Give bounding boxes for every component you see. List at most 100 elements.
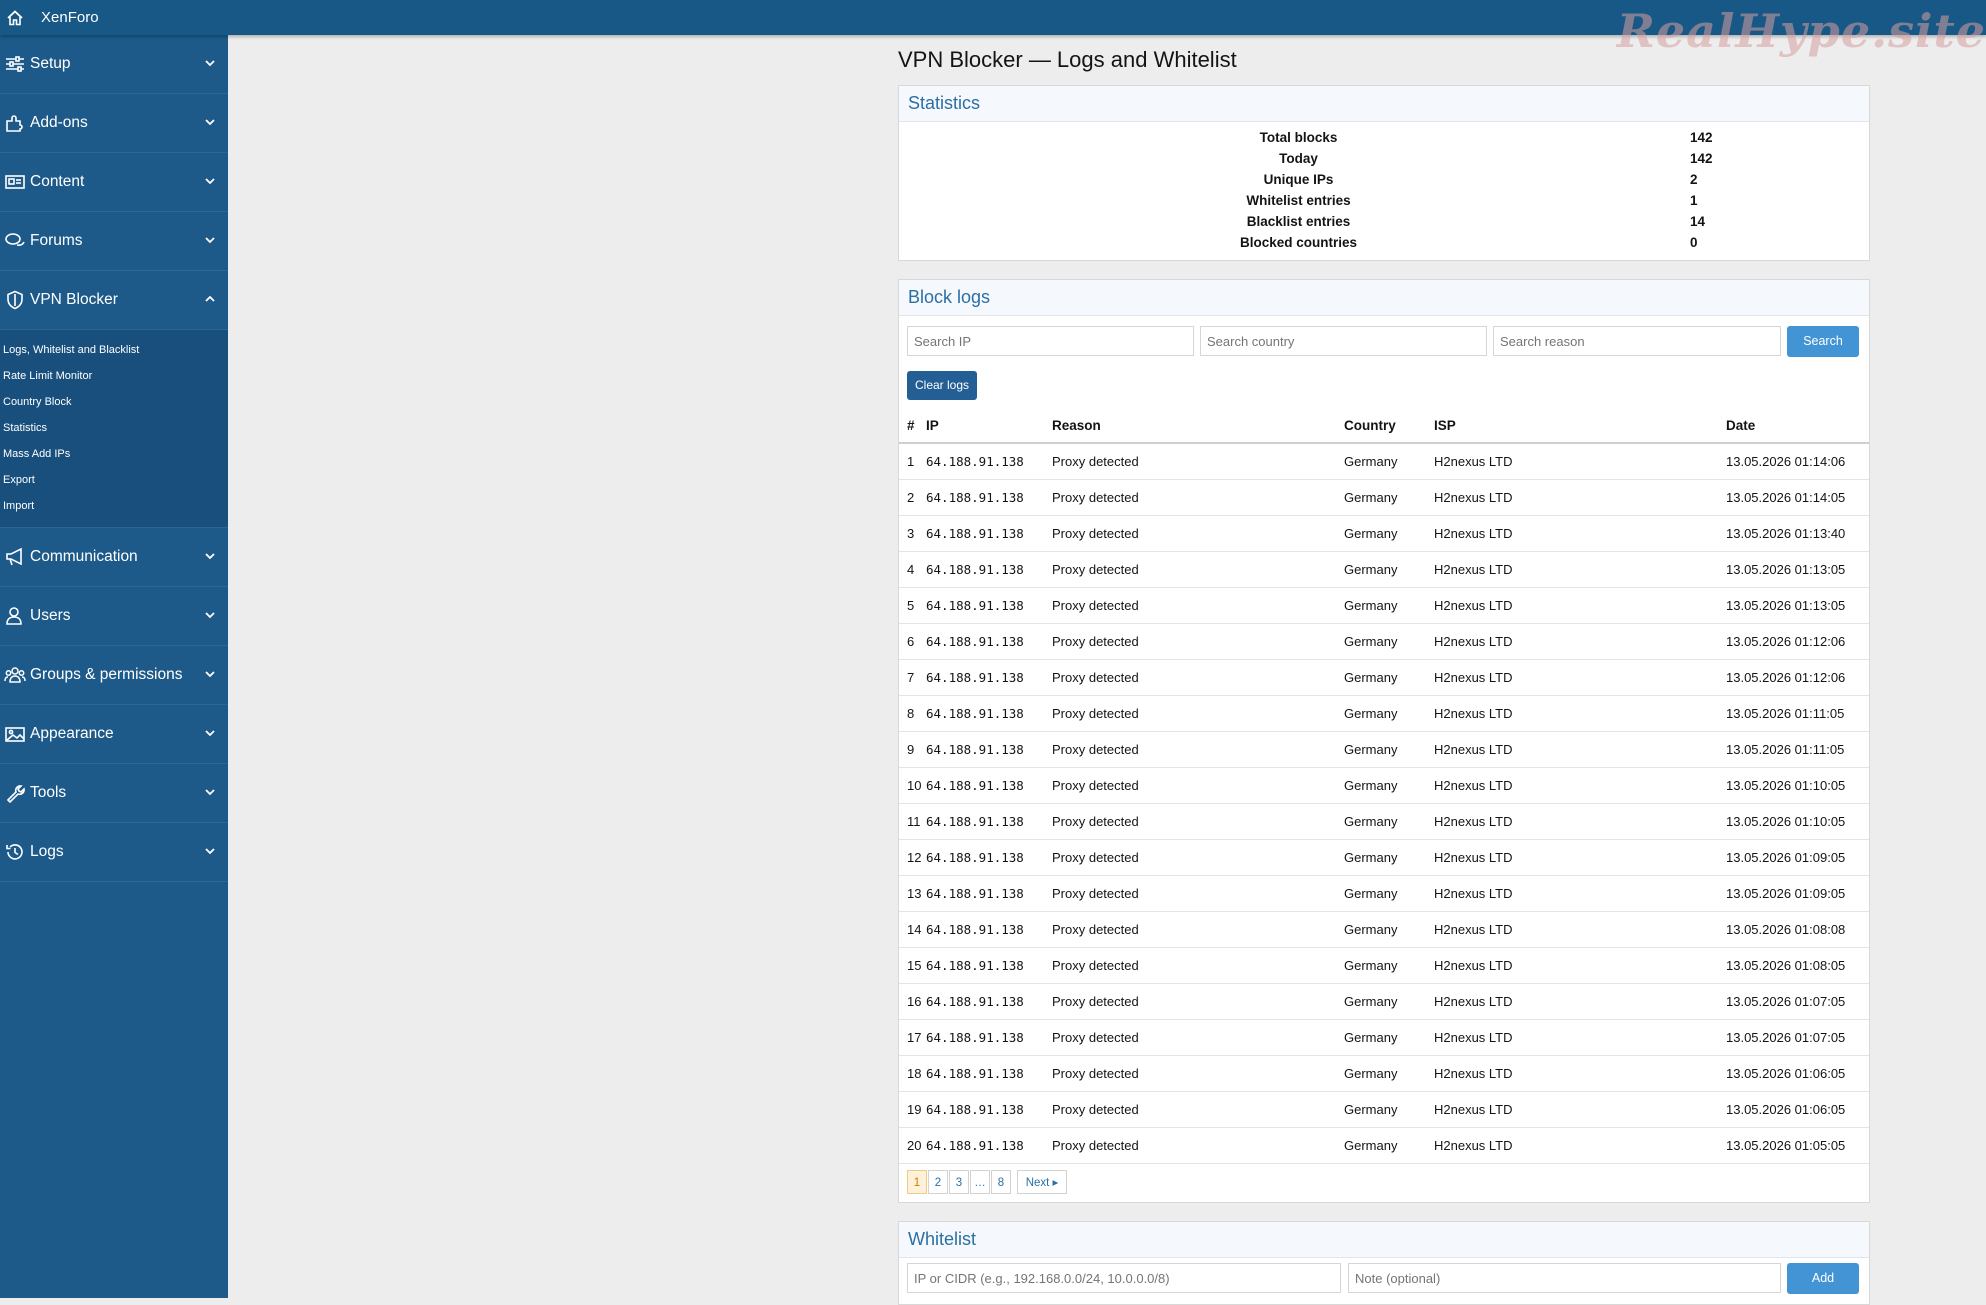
table-row: 6 64.188.91.138 Proxy detected Germany H2nex…: [899, 623, 1869, 660]
search-reason-input[interactable]: [1493, 326, 1781, 356]
table-row: 20 64.188.91.138 Proxy detected Germany H2ne…: [899, 1127, 1869, 1164]
reason-cell: Proxy detected: [1052, 1019, 1344, 1056]
country-cell: Germany: [1344, 731, 1434, 768]
clear-logs-button[interactable]: Clear logs: [907, 371, 977, 400]
reason-cell: Proxy detected: [1052, 515, 1344, 552]
submenu-mass-add-ips[interactable]: Mass Add IPs: [0, 441, 228, 467]
whitelist-note-input[interactable]: [1348, 1263, 1781, 1293]
date-cell: 13.05.2026 01:13:05: [1726, 587, 1869, 624]
image-icon: [5, 727, 25, 742]
date-cell: 13.05.2026 01:12:06: [1726, 659, 1869, 696]
sidebar-item-label: Communication: [30, 548, 138, 565]
sidebar-item-communication[interactable]: Communication: [0, 528, 228, 587]
isp-cell: H2nexus LTD: [1434, 479, 1726, 516]
row-number: 11: [899, 803, 926, 840]
sidebar-item-label: Users: [30, 607, 71, 624]
chevron-down-icon: [205, 612, 215, 619]
date-cell: 13.05.2026 01:07:05: [1726, 1019, 1869, 1056]
sidebar-item-setup[interactable]: Setup: [0, 35, 228, 94]
sidebar-item-vpn-blocker[interactable]: VPN Blocker: [0, 271, 228, 330]
ip-cell: 64.188.91.138: [926, 695, 1052, 732]
row-number: 20: [899, 1127, 926, 1164]
statistics-heading: Statistics: [899, 86, 1869, 122]
row-number: 12: [899, 839, 926, 876]
users-icon: [4, 667, 26, 683]
reason-cell: Proxy detected: [1052, 839, 1344, 876]
search-button[interactable]: Search: [1787, 326, 1859, 357]
isp-cell: H2nexus LTD: [1434, 623, 1726, 660]
stat-label: Whitelist entries: [1246, 193, 1351, 208]
home-icon[interactable]: [6, 9, 24, 27]
row-number: 8: [899, 695, 926, 732]
table-row: 3 64.188.91.138 Proxy detected Germany H2nex…: [899, 515, 1869, 552]
page-button[interactable]: …: [970, 1170, 990, 1194]
ip-cell: 64.188.91.138: [926, 983, 1052, 1020]
submenu-logs-whitelist-blacklist[interactable]: Logs, Whitelist and Blacklist: [0, 337, 228, 363]
block-logs-heading: Block logs: [899, 280, 1869, 316]
isp-cell: H2nexus LTD: [1434, 983, 1726, 1020]
submenu-rate-limit-monitor[interactable]: Rate Limit Monitor: [0, 363, 228, 389]
vpn-blocker-submenu: Logs, Whitelist and Blacklist Rate Limit…: [0, 330, 228, 528]
row-number: 6: [899, 623, 926, 660]
statistics-table: Total blocks 142 Today 142 Unique IPs 2 Whitel…: [899, 122, 1869, 260]
column-header-isp: ISP: [1434, 408, 1726, 444]
sidebar-item-label: Setup: [30, 55, 71, 72]
country-cell: Germany: [1344, 803, 1434, 840]
submenu-export[interactable]: Export: [0, 467, 228, 493]
sidebar-item-forums[interactable]: Forums: [0, 212, 228, 271]
date-cell: 13.05.2026 01:11:05: [1726, 731, 1869, 768]
sidebar-item-users[interactable]: Users: [0, 587, 228, 646]
sidebar-item-logs[interactable]: Logs: [0, 823, 228, 882]
stat-value: 2: [1690, 172, 1698, 187]
ip-cell: 64.188.91.138: [926, 1091, 1052, 1128]
date-cell: 13.05.2026 01:06:05: [1726, 1091, 1869, 1128]
date-cell: 13.05.2026 01:08:05: [1726, 947, 1869, 984]
sidebar-item-groups-permissions[interactable]: Groups & permissions: [0, 646, 228, 705]
ip-cell: 64.188.91.138: [926, 1055, 1052, 1092]
column-header-number: #: [899, 408, 926, 444]
isp-cell: H2nexus LTD: [1434, 1019, 1726, 1056]
page-button[interactable]: 1: [907, 1170, 927, 1194]
row-number: 16: [899, 983, 926, 1020]
isp-cell: H2nexus LTD: [1434, 767, 1726, 804]
reason-cell: Proxy detected: [1052, 1091, 1344, 1128]
submenu-import[interactable]: Import: [0, 493, 228, 519]
reason-cell: Proxy detected: [1052, 731, 1344, 768]
add-whitelist-button[interactable]: Add: [1787, 1263, 1859, 1294]
stat-label: Unique IPs: [1263, 172, 1334, 187]
ip-cell: 64.188.91.138: [926, 551, 1052, 588]
country-cell: Germany: [1344, 479, 1434, 516]
stat-label: Total blocks: [1259, 130, 1338, 145]
submenu-statistics[interactable]: Statistics: [0, 415, 228, 441]
brand-link[interactable]: XenForo: [41, 9, 99, 26]
search-ip-input[interactable]: [907, 326, 1194, 356]
comments-icon: [5, 233, 25, 246]
sidebar-item-add-ons[interactable]: Add-ons: [0, 94, 228, 153]
next-page-button[interactable]: Next ▸: [1017, 1170, 1067, 1194]
page-button[interactable]: 3: [949, 1170, 969, 1194]
page-button[interactable]: 8: [991, 1170, 1011, 1194]
country-cell: Germany: [1344, 1127, 1434, 1164]
sidebar-item-content[interactable]: Content: [0, 153, 228, 212]
table-row: 10 64.188.91.138 Proxy detected Germany H2ne…: [899, 767, 1869, 804]
submenu-country-block[interactable]: Country Block: [0, 389, 228, 415]
whitelist-ip-input[interactable]: [907, 1263, 1341, 1293]
search-country-input[interactable]: [1200, 326, 1487, 356]
stat-row: Total blocks 142: [899, 130, 1869, 151]
isp-cell: H2nexus LTD: [1434, 1055, 1726, 1092]
sidebar-item-appearance[interactable]: Appearance: [0, 705, 228, 764]
ip-cell: 64.188.91.138: [926, 839, 1052, 876]
page-button[interactable]: 2: [928, 1170, 948, 1194]
table-row: 9 64.188.91.138 Proxy detected Germany H2nex…: [899, 731, 1869, 768]
isp-cell: H2nexus LTD: [1434, 803, 1726, 840]
table-row: 11 64.188.91.138 Proxy detected Germany H2ne…: [899, 803, 1869, 840]
sidebar-item-label: Add-ons: [30, 114, 88, 131]
ip-cell: 64.188.91.138: [926, 911, 1052, 948]
reason-cell: Proxy detected: [1052, 983, 1344, 1020]
stat-value: 14: [1690, 214, 1706, 229]
isp-cell: H2nexus LTD: [1434, 911, 1726, 948]
sidebar-item-tools[interactable]: Tools: [0, 764, 228, 823]
date-cell: 13.05.2026 01:11:05: [1726, 695, 1869, 732]
row-number: 1: [899, 443, 926, 480]
date-cell: 13.05.2026 01:14:05: [1726, 479, 1869, 516]
